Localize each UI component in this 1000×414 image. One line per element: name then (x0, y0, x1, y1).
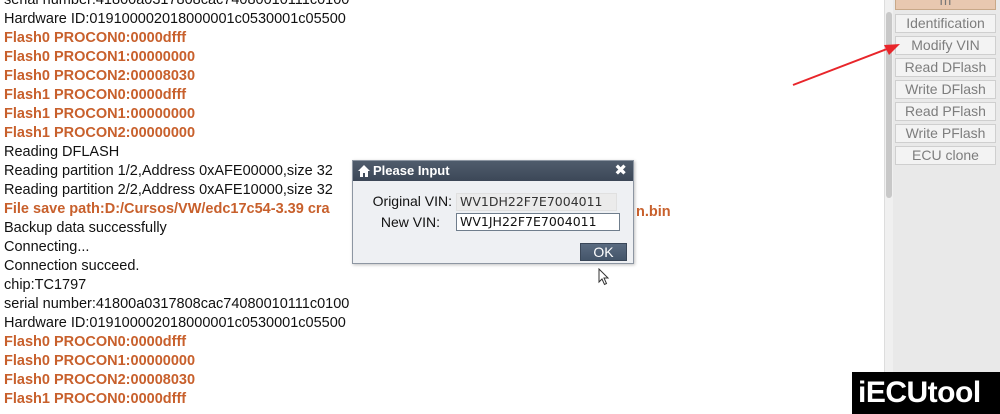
log-line: chip:TC1797 (4, 277, 87, 293)
log-path-suffix: n.bin (636, 204, 671, 220)
write-dflash-button[interactable]: Write DFlash (895, 80, 996, 99)
dialog-titlebar[interactable]: Please Input ✖ (353, 161, 633, 181)
log-line: Flash1 PROCON0:0000dfff (4, 391, 187, 407)
read-dflash-button-label: Read DFlash (904, 59, 987, 75)
identification-button-label: Identification (906, 15, 985, 31)
dialog-title: Please Input (373, 163, 450, 178)
identification-button[interactable]: Identification (895, 14, 996, 33)
log-line: Connecting... (4, 239, 90, 255)
panel-top-label: m (939, 0, 952, 8)
log-line: Reading partition 2/2,Address 0xAFE10000… (4, 182, 333, 198)
new-vin-value: WV1JH22F7E7004011 (460, 214, 597, 229)
close-icon[interactable]: ✖ (614, 161, 627, 181)
read-pflash-button[interactable]: Read PFlash (895, 102, 996, 121)
modify-vin-button[interactable]: Modify VIN (895, 36, 996, 55)
modify-vin-button-label: Modify VIN (911, 37, 980, 53)
write-pflash-button[interactable]: Write PFlash (895, 124, 996, 143)
log-line: Reading partition 1/2,Address 0xAFE00000… (4, 163, 333, 179)
log-line: Flash0 PROCON1:00000000 (4, 49, 196, 65)
logo-text: iECUtool (858, 376, 981, 409)
original-vin-label: Original VIN: (372, 193, 452, 209)
log-line: Connection succeed. (4, 258, 140, 274)
read-pflash-button-label: Read PFlash (905, 103, 986, 119)
original-vin-value: WV1DH22F7E7004011 (460, 194, 603, 209)
home-icon (358, 165, 370, 177)
log-line: Backup data successfully (4, 220, 167, 236)
log-line: Flash1 PROCON1:00000000 (4, 106, 196, 122)
ok-button[interactable]: OK (580, 243, 627, 261)
ecu-clone-button[interactable]: ECU clone (895, 146, 996, 165)
read-dflash-button[interactable]: Read DFlash (895, 58, 996, 77)
panel-top-button[interactable]: m (895, 0, 996, 10)
log-line: Flash1 PROCON2:00000000 (4, 125, 196, 141)
ok-button-label: OK (593, 244, 614, 260)
log-line: Flash0 PROCON0:0000dfff (4, 334, 187, 350)
write-dflash-button-label: Write DFlash (905, 81, 986, 97)
new-vin-label: New VIN: (380, 214, 440, 230)
log-line: serial number:41800a0317808cac7408001011… (4, 296, 350, 312)
log-line: Hardware ID:019100002018000001c0530001c0… (4, 11, 346, 27)
log-line: Flash0 PROCON0:0000dfff (4, 30, 187, 46)
ecu-clone-button-label: ECU clone (912, 147, 979, 163)
iecutool-logo: iECUtool (852, 372, 1000, 414)
mouse-cursor-icon (598, 268, 610, 286)
log-line: Flash0 PROCON2:00008030 (4, 68, 196, 84)
original-vin-field: WV1DH22F7E7004011 (456, 193, 617, 211)
log-line: Flash1 PROCON0:0000dfff (4, 87, 187, 103)
log-lines: serial number:41800a0317808cac7408001011… (4, 0, 349, 409)
log-line: Flash0 PROCON2:00008030 (4, 372, 196, 388)
log-line: serial number:41800a0317808cac7408001011… (4, 0, 350, 8)
annotation-arrow-icon (792, 44, 900, 86)
new-vin-input[interactable]: WV1JH22F7E7004011 (456, 213, 620, 231)
log-line: File save path:D:/Cursos/VW/edc17c54-3.3… (4, 201, 330, 217)
log-line: Reading DFLASH (4, 144, 120, 160)
write-pflash-button-label: Write PFlash (905, 125, 986, 141)
log-line: Hardware ID:019100002018000001c0530001c0… (4, 315, 346, 331)
log-line: Flash0 PROCON1:00000000 (4, 353, 196, 369)
